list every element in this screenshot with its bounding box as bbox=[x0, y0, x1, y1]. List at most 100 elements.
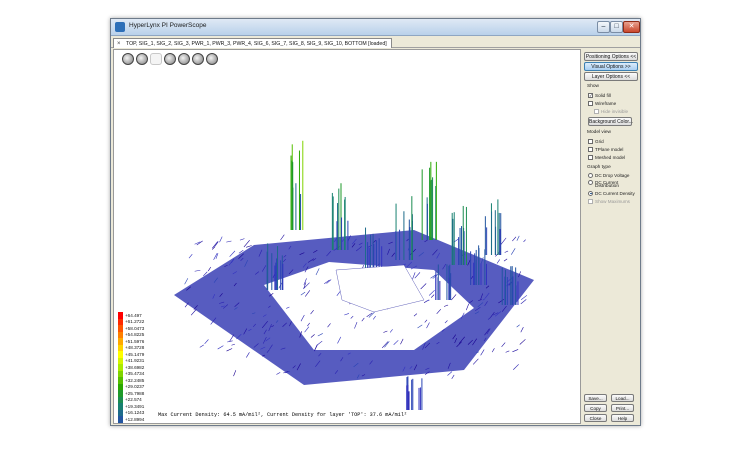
maximize-button[interactable]: □ bbox=[610, 21, 623, 33]
solid-fill-checkbox[interactable]: ✓ Solid fill bbox=[588, 92, 611, 98]
reset-view-icon[interactable] bbox=[206, 53, 218, 65]
legend-label: +16.1243 bbox=[125, 410, 145, 416]
tab-label: TOP, SIG_1, SIG_2, SIG_3, PWR_1, PWR_3, … bbox=[126, 41, 387, 47]
mesh-line bbox=[199, 344, 204, 348]
visual-options-button[interactable]: Visual Options >> bbox=[584, 62, 638, 71]
tplane-model-checkbox[interactable]: TPlane model bbox=[588, 146, 623, 152]
mesh-line bbox=[520, 295, 528, 301]
legend-label: +41.9231 bbox=[125, 358, 145, 364]
show-maximums-label: Show Maximums bbox=[595, 198, 630, 204]
mesh-line bbox=[246, 352, 250, 358]
show-group-label: Show bbox=[587, 84, 599, 89]
legend-label: +58.0473 bbox=[125, 325, 145, 331]
legend-label: +32.2485 bbox=[125, 377, 145, 383]
legend-label: +25.7988 bbox=[125, 390, 145, 396]
window-title: HyperLynx PI PowerScope bbox=[129, 22, 207, 29]
mesh-line bbox=[204, 339, 209, 345]
mesh-line bbox=[520, 327, 524, 333]
mesh-line bbox=[226, 348, 233, 352]
dc-current-distribution-radio-dot[interactable] bbox=[588, 179, 593, 185]
close-button[interactable]: Close bbox=[584, 414, 607, 422]
wireframe-label: Wireframe bbox=[595, 100, 617, 106]
copy-button[interactable]: Copy bbox=[584, 404, 607, 412]
mesh-line bbox=[231, 343, 235, 346]
mesh-line bbox=[188, 253, 193, 259]
tplane-model-label: TPlane model bbox=[595, 146, 624, 152]
layer-options-button[interactable]: Layer Options << bbox=[584, 72, 638, 81]
legend-label: +38.6982 bbox=[125, 364, 145, 370]
zoom-in-icon[interactable] bbox=[164, 53, 176, 65]
options-panel: Positioning Options << Visual Options >>… bbox=[584, 49, 640, 424]
legend-label: +51.5976 bbox=[125, 338, 145, 344]
mesh-line bbox=[519, 339, 526, 345]
color-legend: +64.497 +61.2722 +58.0473 +54.8225 +51.5976 +… bbox=[118, 312, 164, 423]
current-density-surface-plot[interactable] bbox=[114, 50, 581, 424]
legend-label: +45.1479 bbox=[125, 351, 145, 357]
rotate-icon[interactable] bbox=[122, 53, 134, 65]
title-bar[interactable]: HyperLynx PI PowerScope – □ ✕ bbox=[111, 19, 640, 36]
solid-fill-label: Solid fill bbox=[595, 92, 611, 98]
legend-label: +64.497 bbox=[125, 312, 142, 318]
grid-label: Grid bbox=[595, 138, 604, 144]
mesh-line bbox=[504, 250, 509, 253]
meshed-model-check[interactable] bbox=[588, 154, 593, 160]
dc-drop-voltage-radio[interactable]: DC Drop Voltage bbox=[588, 172, 629, 178]
dc-drop-voltage-radio-dot[interactable] bbox=[588, 172, 593, 178]
show-maximums-checkbox[interactable]: Show Maximums bbox=[588, 198, 630, 204]
print-button[interactable]: Print... bbox=[611, 404, 634, 412]
mesh-line bbox=[226, 240, 232, 243]
wireframe-check[interactable] bbox=[588, 100, 593, 106]
minimize-button[interactable]: – bbox=[597, 21, 610, 33]
fit-icon[interactable] bbox=[192, 53, 204, 65]
document-tab-row: × TOP, SIG_1, SIG_2, SIG_3, PWR_1, PWR_3… bbox=[111, 37, 640, 48]
mesh-line bbox=[451, 374, 455, 379]
solid-fill-check[interactable]: ✓ bbox=[588, 92, 593, 98]
legend-label: +48.3728 bbox=[125, 345, 145, 351]
mesh-line bbox=[500, 237, 507, 245]
powerscope-window: HyperLynx PI PowerScope – □ ✕ × TOP, SIG… bbox=[110, 18, 641, 426]
close-window-button[interactable]: ✕ bbox=[623, 21, 640, 33]
positioning-options-button[interactable]: Positioning Options << bbox=[584, 52, 638, 61]
meshed-model-checkbox[interactable]: Meshed model bbox=[588, 154, 625, 160]
mesh-line bbox=[512, 236, 517, 242]
pan-icon[interactable] bbox=[136, 53, 148, 65]
mesh-line bbox=[194, 269, 201, 272]
mesh-line bbox=[516, 235, 520, 241]
legend-label: +35.4734 bbox=[125, 371, 145, 377]
dc-current-density-radio-dot[interactable] bbox=[588, 190, 593, 196]
tplane-model-check[interactable] bbox=[588, 146, 593, 152]
3d-view-canvas[interactable]: +64.497 +61.2722 +58.0473 +54.8225 +51.5976 +… bbox=[113, 49, 581, 424]
hide-invisible-checkbox[interactable]: Hide invisible bbox=[594, 108, 628, 114]
save-button[interactable]: Save... bbox=[584, 394, 607, 402]
layer-stack-tab[interactable]: × TOP, SIG_1, SIG_2, SIG_3, PWR_1, PWR_3… bbox=[113, 38, 392, 48]
tab-close-icon[interactable]: × bbox=[117, 39, 121, 49]
legend-label: +12.8994 bbox=[125, 416, 145, 422]
legend-row: +9.67455 bbox=[118, 422, 164, 423]
mesh-line bbox=[207, 266, 212, 272]
help-button[interactable]: Help bbox=[611, 414, 634, 422]
view-toolbar bbox=[122, 53, 218, 67]
mesh-line bbox=[190, 308, 197, 316]
dc-current-density-radio[interactable]: DC Current Density bbox=[588, 190, 635, 196]
mesh-line bbox=[520, 299, 527, 305]
grid-checkbox[interactable]: Grid bbox=[588, 138, 604, 144]
hide-invisible-check[interactable] bbox=[594, 108, 599, 114]
mesh-line bbox=[184, 278, 189, 285]
legend-label: +22.574 bbox=[125, 397, 142, 403]
mesh-line bbox=[510, 248, 516, 255]
show-maximums-check[interactable] bbox=[588, 198, 593, 204]
grid-check[interactable] bbox=[588, 138, 593, 144]
pcb-mesh bbox=[174, 230, 534, 385]
mesh-line bbox=[503, 258, 508, 262]
legend-label: +54.8225 bbox=[125, 332, 145, 338]
mesh-line bbox=[229, 250, 236, 257]
wireframe-checkbox[interactable]: Wireframe bbox=[588, 100, 616, 106]
zoom-out-icon[interactable] bbox=[178, 53, 190, 65]
mesh-line bbox=[233, 370, 237, 377]
background-color-button[interactable]: Background Color... bbox=[588, 117, 633, 126]
hide-invisible-label: Hide invisible bbox=[601, 108, 629, 114]
mesh-line bbox=[523, 239, 526, 243]
load-button[interactable]: Load... bbox=[611, 394, 634, 402]
dc-current-distribution-label-2: Distribution bbox=[595, 184, 619, 189]
mesh-line bbox=[229, 334, 235, 342]
